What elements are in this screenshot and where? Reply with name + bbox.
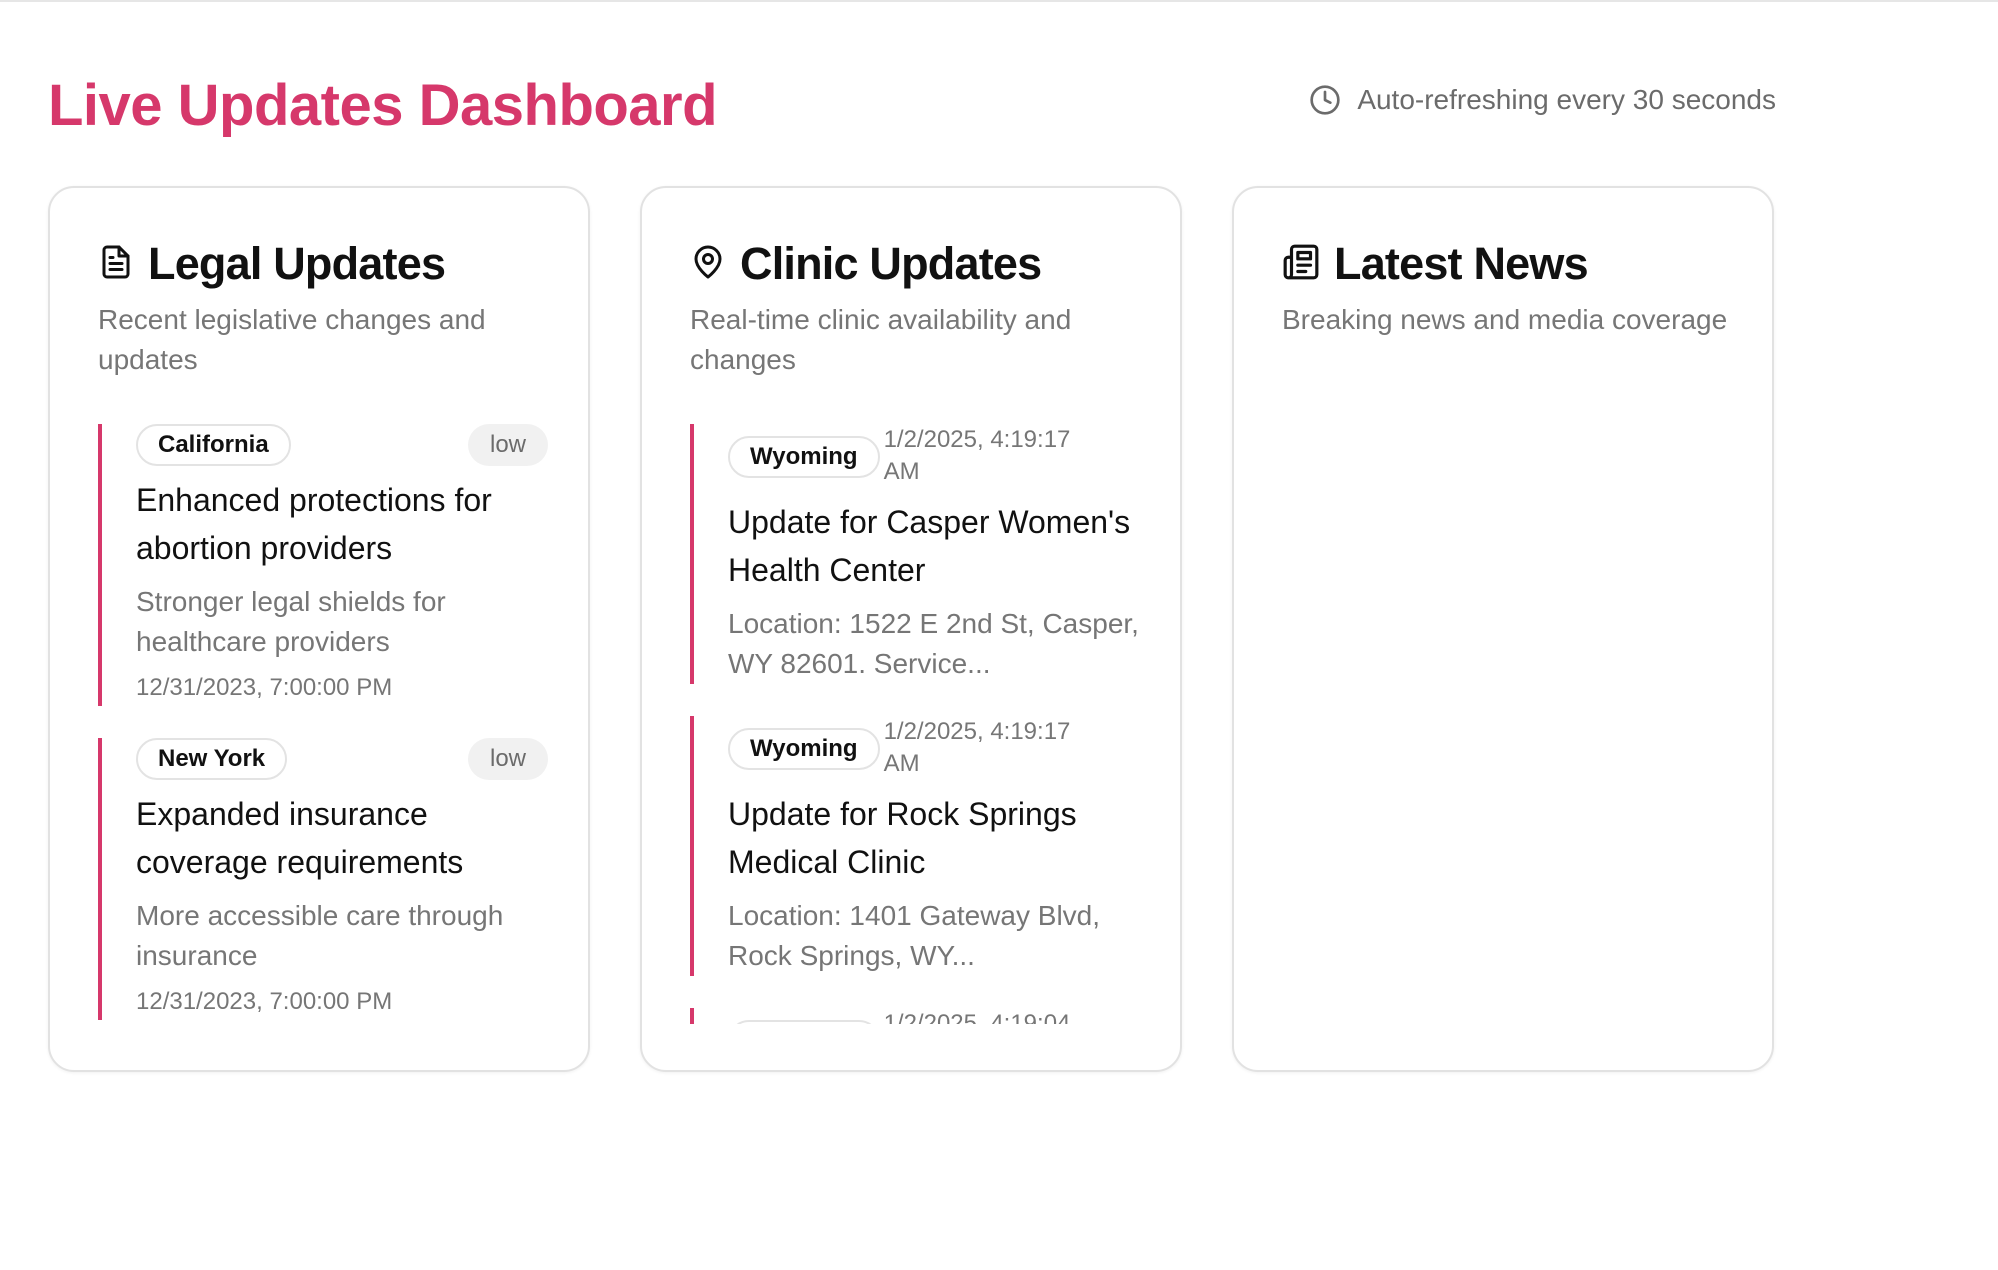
clock-icon — [1309, 84, 1341, 116]
legal-updates-card: Legal Updates Recent legislative changes… — [48, 186, 590, 1072]
auto-refresh-status: Auto-refreshing every 30 seconds — [1309, 84, 1776, 116]
clinic-update-title: Update for Rock Springs Medical Clinic — [728, 796, 1077, 880]
latest-news-card: Latest News Breaking news and media cove… — [1232, 186, 1774, 1072]
legal-update-date: 12/31/2023, 7:00:00 PM — [136, 674, 393, 701]
state-badge: California — [136, 424, 291, 466]
clinic-update-item[interactable]: Wyoming 1/2/2025, 4:19:17 AM Update for … — [690, 716, 1140, 976]
legal-update-date: 12/31/2023, 7:00:00 PM — [136, 988, 393, 1015]
state-badge: New York — [136, 738, 288, 780]
legal-updates-title: Legal Updates — [148, 238, 446, 289]
page-title: Live Updates Dashboard — [48, 73, 718, 138]
legal-update-description: More accessible care through insurance — [136, 900, 504, 971]
clinic-update-description: Location: 1522 E 2nd St, Casper, WY 8260… — [728, 608, 1139, 679]
state-badge: Wyoming — [728, 728, 880, 770]
clinic-update-item[interactable]: Wyoming 1/2/2025, 4:19:04 — [690, 1008, 1140, 1024]
top-divider — [0, 0, 1998, 2]
clinic-updates-card: Clinic Updates Real-time clinic availabi… — [640, 186, 1182, 1072]
state-badge: Wyoming — [728, 1020, 880, 1024]
clinic-update-date: 1/2/2025, 4:19:17 AM — [883, 718, 1071, 777]
clinic-updates-feed[interactable]: Wyoming 1/2/2025, 4:19:17 AM Update for … — [690, 424, 1140, 1024]
clinic-update-date: 1/2/2025, 4:19:04 — [883, 1010, 1071, 1024]
latest-news-description: Breaking news and media coverage — [1282, 304, 1728, 335]
state-badge: Wyoming — [728, 436, 880, 478]
latest-news-title: Latest News — [1334, 238, 1589, 289]
clinic-update-date: 1/2/2025, 4:19:17 AM — [883, 426, 1071, 485]
auto-refresh-text: Auto-refreshing every 30 seconds — [1357, 84, 1776, 115]
document-icon — [98, 242, 134, 287]
legal-update-description: Stronger legal shields for healthcare pr… — [136, 586, 446, 657]
legal-updates-header: Legal Updates Recent legislative changes… — [98, 234, 548, 380]
clinic-updates-header: Clinic Updates Real-time clinic availabi… — [690, 234, 1140, 380]
clinic-updates-description: Real-time clinic availability and change… — [690, 304, 1072, 375]
clinic-updates-title: Clinic Updates — [740, 238, 1042, 289]
newspaper-icon — [1282, 242, 1320, 287]
latest-news-header: Latest News Breaking news and media cove… — [1282, 234, 1732, 340]
dashboard-header: Live Updates Dashboard Auto-refreshing e… — [48, 66, 1776, 146]
clinic-update-item[interactable]: Wyoming 1/2/2025, 4:19:17 AM Update for … — [690, 424, 1140, 684]
clinic-update-description: Location: 1401 Gateway Blvd, Rock Spring… — [728, 900, 1101, 971]
legal-updates-feed[interactable]: California low Enhanced protections for … — [98, 424, 548, 1024]
clinic-update-title: Update for Casper Women's Health Center — [728, 504, 1131, 588]
legal-update-title: Enhanced protections for abortion provid… — [136, 482, 492, 566]
legal-update-item[interactable]: California low Enhanced protections for … — [98, 424, 548, 706]
priority-badge: low — [467, 424, 548, 466]
map-pin-icon — [690, 242, 726, 287]
legal-update-title: Expanded insurance coverage requirements — [136, 796, 464, 880]
priority-badge: low — [467, 738, 548, 780]
legal-update-item[interactable]: New York low Expanded insurance coverage… — [98, 738, 548, 1020]
legal-updates-description: Recent legislative changes and updates — [98, 304, 486, 375]
